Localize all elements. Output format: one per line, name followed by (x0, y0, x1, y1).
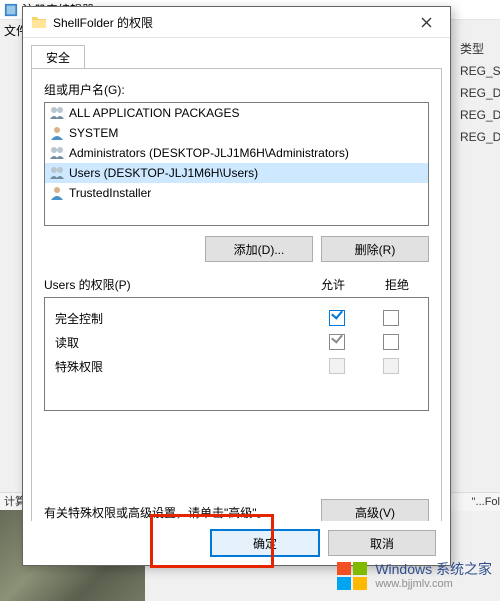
tab-security[interactable]: 安全 (31, 45, 85, 69)
permissions-box: 完全控制 读取 特殊权限 (44, 297, 429, 411)
bg-status-right: "...Fol (472, 493, 500, 511)
watermark-line2: www.bjjmlv.com (375, 578, 492, 590)
watermark-line1: Windows 系统之家 (375, 562, 492, 578)
permission-row: 完全控制 (55, 306, 418, 330)
group-icon (49, 165, 65, 181)
principal-name: Administrators (DESKTOP-JLJ1M6H\Administ… (69, 146, 349, 160)
bg-type-list: REG_S REG_D REG_D REG_D (460, 60, 500, 148)
principals-list[interactable]: ALL APPLICATION PACKAGES SYSTEM Administ… (44, 102, 429, 226)
deny-checkbox[interactable] (383, 334, 399, 350)
principal-name: Users (DESKTOP-JLJ1M6H\Users) (69, 166, 258, 180)
permission-row: 特殊权限 (55, 354, 418, 378)
advanced-text: 有关特殊权限或高级设置，请单击"高级"。 (44, 504, 321, 521)
list-item[interactable]: ALL APPLICATION PACKAGES (45, 103, 428, 123)
permissions-dialog: ShellFolder 的权限 安全 组或用户名(G): ALL APPLICA… (22, 6, 451, 566)
bg-type-item: REG_D (460, 82, 500, 104)
add-button[interactable]: 添加(D)... (205, 236, 313, 262)
permission-label: 读取 (55, 334, 310, 351)
ok-button[interactable]: 确定 (210, 529, 320, 557)
list-item[interactable]: Administrators (DESKTOP-JLJ1M6H\Administ… (45, 143, 428, 163)
deny-checkbox[interactable] (383, 310, 399, 326)
permission-label: 特殊权限 (55, 358, 310, 375)
permission-label: 完全控制 (55, 310, 310, 327)
list-item[interactable]: TrustedInstaller (45, 183, 428, 203)
bg-type-item: REG_S (460, 60, 500, 82)
folder-icon (31, 14, 47, 30)
user-icon (49, 125, 65, 141)
bg-type-header: 类型 (460, 40, 500, 57)
allow-header: 允许 (301, 276, 365, 293)
principal-name: ALL APPLICATION PACKAGES (69, 106, 240, 120)
deny-header: 拒绝 (365, 276, 429, 293)
dialog-title: ShellFolder 的权限 (53, 14, 404, 31)
bg-type-item: REG_D (460, 126, 500, 148)
screen: 注册表编辑器 文件( 类型 REG_S REG_D REG_D REG_D 计算… (0, 0, 500, 601)
group-icon (49, 145, 65, 161)
group-icon (49, 105, 65, 121)
windows-logo-icon (335, 559, 369, 593)
close-button[interactable] (404, 8, 448, 36)
tab-strip: 安全 (23, 38, 450, 68)
dialog-titlebar[interactable]: ShellFolder 的权限 (23, 7, 450, 38)
registry-icon (4, 3, 18, 17)
allow-checkbox[interactable] (329, 334, 345, 350)
permission-row: 读取 (55, 330, 418, 354)
user-icon (49, 185, 65, 201)
principal-name: TrustedInstaller (69, 186, 151, 200)
deny-checkbox (383, 358, 399, 374)
cancel-button[interactable]: 取消 (328, 530, 436, 556)
tab-body: 组或用户名(G): ALL APPLICATION PACKAGES SYSTE… (31, 68, 442, 538)
list-item[interactable]: SYSTEM (45, 123, 428, 143)
permissions-header: Users 的权限(P) 允许 拒绝 (44, 276, 429, 293)
principal-name: SYSTEM (69, 126, 118, 140)
watermark: Windows 系统之家 www.bjjmlv.com (335, 559, 492, 593)
allow-checkbox (329, 358, 345, 374)
remove-button[interactable]: 删除(R) (321, 236, 429, 262)
close-icon (421, 17, 432, 28)
watermark-text: Windows 系统之家 www.bjjmlv.com (375, 562, 492, 590)
bg-type-item: REG_D (460, 104, 500, 126)
permissions-title: Users 的权限(P) (44, 276, 301, 293)
group-users-label: 组或用户名(G): (44, 81, 429, 98)
principal-buttons: 添加(D)... 删除(R) (44, 236, 429, 262)
list-item[interactable]: Users (DESKTOP-JLJ1M6H\Users) (45, 163, 428, 183)
allow-checkbox[interactable] (329, 310, 345, 326)
